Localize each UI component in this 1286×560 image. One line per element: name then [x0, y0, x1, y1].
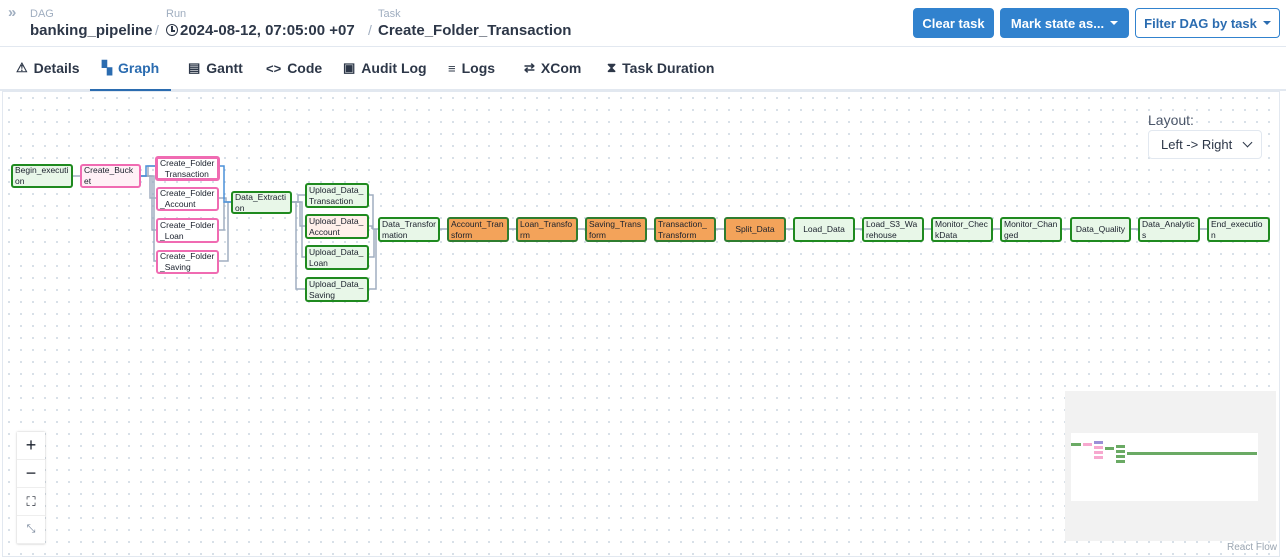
dag-node-create-bucket[interactable]: Create_Bucket [80, 164, 141, 188]
tab-label: Details [33, 60, 80, 76]
dag-node-data-extraction[interactable]: Data_Extraction [231, 191, 292, 214]
dag-node-load-s3-warehouse[interactable]: Load_S3_Warehouse [862, 217, 924, 242]
zoom-out-icon[interactable]: − [17, 460, 45, 488]
minimap-node [1116, 455, 1125, 458]
breadcrumb-separator: / [155, 22, 159, 38]
dag-node-saving-transform[interactable]: Saving_Transform [585, 217, 647, 242]
tab-label: Graph [118, 60, 160, 76]
tab-label: Logs [461, 60, 496, 76]
minimap-node [1116, 450, 1125, 453]
breadcrumb-task-label: Task [378, 8, 401, 20]
breadcrumb-task-value[interactable]: Create_Folder_Transaction [378, 20, 571, 42]
breadcrumb-dag-label: DAG [30, 8, 54, 20]
caret-down-icon [1262, 21, 1271, 25]
dag-node-data-transformation[interactable]: Data_Transformation [378, 217, 440, 242]
dag-node-data-quality[interactable]: Data_Quality [1070, 217, 1131, 242]
breadcrumb-task[interactable]: Task Create_Folder_Transaction [378, 8, 571, 42]
dag-node-upload-data-account[interactable]: Upload_Data_Account [305, 214, 369, 239]
filter-dag-label: Filter DAG by task [1144, 15, 1257, 31]
tab-label: XCom [540, 60, 582, 76]
dag-node-end-execution[interactable]: End_execution [1207, 217, 1270, 242]
tab-label: Gantt [206, 60, 243, 76]
fit-view-icon[interactable]: ⛶ [17, 488, 45, 516]
dag-node-data-analytics[interactable]: Data_Analytics [1138, 217, 1200, 242]
hourglass-icon: ⧗ [607, 60, 617, 75]
tab-label: Code [287, 60, 323, 76]
layout-select[interactable]: Left -> Right [1148, 130, 1262, 159]
expand-sidebar-icon[interactable]: » [8, 4, 17, 21]
dag-node-loan-transform[interactable]: Loan_Transform [516, 217, 578, 242]
warning-icon: ⚠ [16, 60, 28, 75]
dag-node-upload-data-saving[interactable]: Upload_Data_Saving [305, 277, 369, 302]
dag-node-begin-execution[interactable]: Begin_execution [11, 164, 73, 188]
clear-task-button[interactable]: Clear task [913, 8, 994, 38]
tab-task-duration[interactable]: ⧗ Task Duration [605, 47, 716, 89]
zoom-in-icon[interactable]: + [17, 432, 45, 460]
tab-code[interactable]: <> Code [264, 47, 324, 89]
minimap-node [1083, 443, 1092, 446]
dag-node-load-data[interactable]: Load_Data [793, 217, 855, 242]
dag-node-monitor-checkdata[interactable]: Monitor_CheckData [931, 217, 993, 242]
breadcrumb-run[interactable]: Run 2024-08-12, 07:05:00 +07 [166, 8, 355, 42]
minimap-node [1094, 441, 1103, 444]
breadcrumb-run-label: Run [166, 8, 187, 20]
clock-icon [166, 24, 178, 36]
xcom-icon: ⇄ [524, 60, 535, 75]
tab-audit-log[interactable]: ▣ Audit Log [341, 47, 429, 89]
dag-node-account-transform[interactable]: Account_Transform [447, 217, 509, 242]
minimap-node [1094, 446, 1103, 449]
mark-state-label: Mark state as... [1010, 15, 1105, 31]
minimap-node [1071, 443, 1081, 446]
zoom-controls: + − ⛶ ⤡ [17, 432, 45, 544]
dag-node-monitor-changed[interactable]: Monitor_Changed [1000, 217, 1062, 242]
minimap-node [1094, 456, 1103, 459]
breadcrumb-run-value-wrap[interactable]: 2024-08-12, 07:05:00 +07 [166, 20, 355, 42]
minimap-node [1116, 460, 1125, 463]
code-icon: <> [266, 60, 282, 76]
dag-node-upload-data-transaction[interactable]: Upload_Data_Transaction [305, 183, 369, 208]
breadcrumb-separator: / [368, 22, 372, 38]
tab-logs[interactable]: ≡ Logs [446, 47, 497, 89]
tab-details[interactable]: ⚠ Details [14, 47, 82, 89]
minimap[interactable] [1065, 391, 1276, 541]
layout-label: Layout: [1148, 112, 1194, 128]
tab-gantt[interactable]: ▤ Gantt [186, 47, 245, 89]
react-flow-attribution[interactable]: React Flow [1227, 542, 1277, 553]
dag-node-create-folder-account[interactable]: Create_Folder_Account [156, 187, 219, 211]
gantt-icon: ▤ [188, 60, 201, 75]
chevron-down-icon [1242, 137, 1253, 148]
minimap-node [1116, 445, 1125, 448]
tab-bar: ⚠ Details ▚ Graph ▤ Gantt <> Code ▣ Audit Log… [0, 47, 1286, 91]
tab-xcom[interactable]: ⇄ XCom [522, 47, 583, 89]
minimap-node [1105, 447, 1114, 450]
dag-node-create-folder-transaction[interactable]: Create_Folder_Transaction [155, 156, 220, 181]
dag-node-split-data[interactable]: Split_Data [724, 217, 786, 242]
breadcrumb-dag[interactable]: DAG banking_pipeline [30, 8, 153, 42]
layout-select-value: Left -> Right [1161, 137, 1233, 152]
breadcrumb-run-value: 2024-08-12, 07:05:00 +07 [180, 22, 355, 39]
dag-node-upload-data-loan[interactable]: Upload_Data_Loan [305, 245, 369, 270]
lock-icon[interactable]: ⤡ [17, 516, 45, 544]
mark-state-button[interactable]: Mark state as... [1000, 8, 1129, 38]
minimap-node [1094, 451, 1103, 454]
tab-label: Audit Log [361, 60, 427, 76]
tab-label: Task Duration [622, 60, 715, 76]
dag-node-create-folder-saving[interactable]: Create_Folder_Saving [156, 250, 219, 274]
minimap-node [1127, 452, 1257, 455]
audit-icon: ▣ [343, 60, 356, 75]
breadcrumb-dag-value[interactable]: banking_pipeline [30, 20, 153, 42]
dag-node-create-folder-loan[interactable]: Create_Folder_Loan [156, 218, 219, 243]
logs-icon: ≡ [448, 60, 456, 76]
tab-graph[interactable]: ▚ Graph [90, 47, 172, 91]
caret-down-icon [1110, 21, 1119, 25]
header: » DAG banking_pipeline / Run 2024-08-12,… [0, 0, 1286, 47]
graph-icon: ▚ [102, 60, 112, 75]
filter-dag-button[interactable]: Filter DAG by task [1135, 8, 1280, 38]
dag-node-transaction-transform[interactable]: Transaction_Transform [654, 217, 716, 242]
